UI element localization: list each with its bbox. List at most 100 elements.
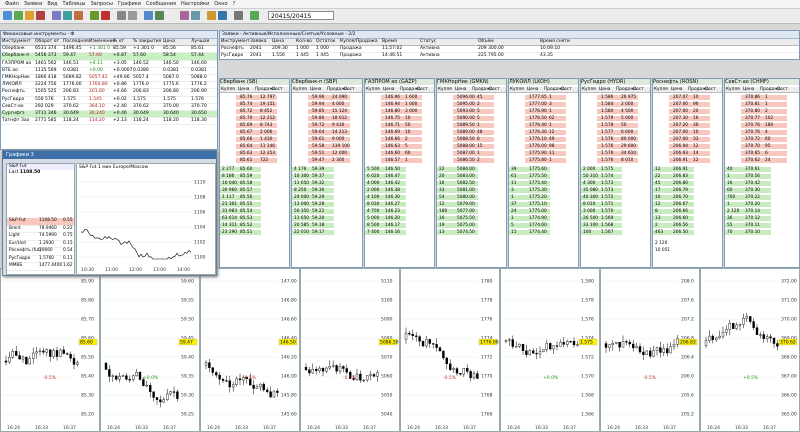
table-row[interactable]: ВТБ ао 1135 569 0.0381 +0.00 +0.0007 0.0380 0.… [1, 67, 217, 75]
ask-row[interactable]: 1.576 29 600 [597, 144, 638, 149]
ask-row[interactable]: 1776.50 62 [525, 116, 566, 121]
ask-row[interactable]: 59.85 15 124 [308, 109, 350, 114]
ask-row[interactable]: 1.578 50 [597, 123, 638, 128]
chart-popup-window[interactable]: Графики 3 S&P Fut Last 1108.50 S&P Fut 11… [2, 150, 217, 276]
bid-row[interactable]: 1 1775.20 [509, 195, 550, 200]
ask-row[interactable]: 207.00 96 [669, 102, 710, 107]
ask-row[interactable]: 59.64 14 213 [308, 130, 350, 135]
ask-row[interactable]: 207.00 33 [669, 137, 710, 142]
ask-row[interactable]: 146.63 5 [381, 144, 422, 149]
ask-row[interactable]: 5088.50 8 [453, 137, 494, 142]
ask-row[interactable]: 1775.90 11 [525, 151, 566, 156]
menu-item[interactable]: Файл [5, 1, 19, 7]
bid-row[interactable]: 2 206.56 [653, 223, 694, 228]
ask-row[interactable]: 370.86 1 [741, 95, 787, 100]
ask-row[interactable]: 85.76 12 797 [236, 95, 277, 100]
menu-item[interactable]: Сообщения [146, 1, 176, 7]
ask-row[interactable]: 206.91 12 [669, 158, 710, 163]
bid-row[interactable]: 10 206.70 [653, 195, 694, 200]
ask-row[interactable]: 59.51 12 000 [308, 151, 350, 156]
bid-row[interactable]: 33 100 1.568 [581, 223, 622, 228]
ask-row[interactable]: 5089.00 48 [453, 130, 494, 135]
bid-row[interactable]: 700 370.22 [725, 195, 771, 200]
bid-row[interactable]: 39 1775.60 [509, 167, 550, 172]
orders-icon[interactable] [25, 11, 34, 20]
bid-row[interactable]: 8 186 85.59 [220, 174, 261, 179]
sell-icon[interactable] [101, 11, 110, 20]
stop-icon[interactable] [36, 11, 45, 20]
ask-row[interactable]: 1776.90 1 [525, 109, 566, 114]
ask-row[interactable]: 146.57 1 [381, 158, 422, 163]
bid-row[interactable]: 30 960 85.57 [220, 188, 261, 193]
column-header[interactable]: Время сняти [540, 39, 570, 45]
ask-row[interactable]: 59.96 24 090 [308, 95, 350, 100]
bid-row[interactable]: 55 370.11 [725, 223, 771, 228]
bid-row[interactable]: 50 310 1.574 [581, 174, 622, 179]
connect-icon[interactable] [250, 11, 259, 20]
layout-icon[interactable] [155, 11, 164, 20]
order-book-window[interactable]: РусГидро (HYDR) Купля Цена Продажа Сост 1.586… [580, 78, 651, 268]
bid-row[interactable]: 13 5074.50 [437, 230, 478, 235]
ask-row[interactable]: 85.66 1 430 [236, 137, 277, 142]
ask-row[interactable]: 146.66 2 [381, 137, 422, 142]
window-icon[interactable] [144, 11, 153, 20]
column-header[interactable]: Цена [272, 39, 284, 45]
watchlist-row[interactable]: Роснефть (fut) 20660 0.54 [7, 248, 74, 256]
bid-row[interactable]: 2 277 85.60 [220, 167, 261, 172]
order-book-window[interactable]: Сбербанк-п (SBP) Купля Цена Продажа Сост 59.9… [291, 78, 363, 268]
ask-row[interactable]: 146.60 60 [381, 151, 422, 156]
bid-row[interactable]: 50 350 59.22 [292, 209, 334, 214]
table-row[interactable]: СевСт-ао 292 029 370.62 364.10 +2.40 370.62 37… [1, 103, 217, 111]
column-header[interactable]: Оборот от [35, 39, 59, 45]
bid-row[interactable]: 4 100 146.30 [365, 195, 406, 200]
table-row[interactable]: ГАЗПРОМ ао 1461 562 146.51 +4.11 +3.05 146.52… [1, 60, 217, 68]
bid-row[interactable]: 20 585 59.18 [292, 223, 334, 228]
bid-row[interactable]: 11 650 59.20 [292, 216, 334, 221]
menu-item[interactable]: Вид [47, 1, 57, 7]
ask-row[interactable]: 85.61 722 [236, 158, 277, 163]
ask-row[interactable]: 207.00 20 [669, 109, 710, 114]
bid-row[interactable]: 22 010 59.17 [292, 230, 334, 235]
bid-row[interactable]: 16 370.42 [725, 181, 771, 186]
ask-row[interactable]: 1.580 4 500 [597, 109, 638, 114]
column-header[interactable]: Лучшая [191, 39, 209, 45]
order-book-window[interactable]: СевСт-ао (CHMF) Купля Цена Продажа Сост 370.8… [724, 78, 800, 268]
ask-row[interactable]: 85.67 2 006 [236, 130, 277, 135]
bid-row[interactable]: 7 400 146.16 [365, 230, 406, 235]
ask-row[interactable]: 59.58 139 100 [308, 144, 350, 149]
bid-row[interactable]: 8 206.66 [653, 209, 694, 214]
ask-row[interactable]: 370.70 95 [741, 144, 787, 149]
bid-row[interactable]: 4 176 59.39 [292, 167, 334, 172]
message-icon[interactable] [191, 11, 200, 20]
bid-row[interactable]: 45 206.80 [653, 181, 694, 186]
chart-icon[interactable] [14, 11, 23, 20]
ask-row[interactable]: 370.76 4 [741, 130, 787, 135]
bid-row[interactable]: 11 650 59.32 [292, 181, 334, 186]
ask-row[interactable]: 5090.00 5 [453, 116, 494, 121]
bid-row[interactable]: 2 000 146.38 [365, 188, 406, 193]
bid-row[interactable]: 5 500 146.50 [365, 167, 406, 172]
bid-row[interactable]: 100 1.567 [581, 230, 622, 235]
bid-row[interactable]: 8 250 59.30 [292, 188, 334, 193]
ask-row[interactable]: 370.80 2 [741, 109, 787, 114]
ask-row[interactable]: 146.94 1 000 [381, 102, 422, 107]
order-book-window[interactable]: Роснефть (ROSN) Купля Цена Продажа Сост 207.0… [652, 78, 723, 268]
table-row[interactable]: Роснефть 1505 525 206.83 201.80 +4.66 206.83 2… [1, 89, 217, 97]
table-row[interactable]: РусГидро 556 576 1.575 1.545 +0.02 1.575 1.575… [1, 96, 217, 104]
ask-row[interactable]: 1.584 2 000 [597, 102, 638, 107]
ask-row[interactable]: 1775.80 1 [525, 158, 566, 163]
bid-row[interactable]: 70 370.10 [725, 230, 771, 235]
bid-row[interactable]: 13 000 59.28 [292, 202, 334, 207]
bid-row[interactable]: 60 370.30 [725, 188, 771, 193]
candle-chart[interactable]: 59.6059.5559.5059.4559.4059.3559.3059.25… [100, 268, 200, 432]
bid-row[interactable]: 8 010 1.571 [581, 202, 622, 207]
ask-row[interactable]: 59.94 4 000 [308, 102, 350, 107]
ask-row[interactable]: 1.576 34 610 [597, 151, 638, 156]
ask-row[interactable]: 5086.50 2 [453, 158, 494, 163]
ask-row[interactable]: 59.61 9 000 [308, 137, 350, 142]
ask-row[interactable]: 85.70 12 212 [236, 116, 277, 121]
bid-row[interactable]: 26 500 1.569 [581, 216, 622, 221]
column-header[interactable]: Объём [478, 39, 494, 45]
bid-row[interactable]: 31 983 85.54 [220, 209, 261, 214]
bid-row[interactable]: 6 020 146.47 [365, 174, 406, 179]
